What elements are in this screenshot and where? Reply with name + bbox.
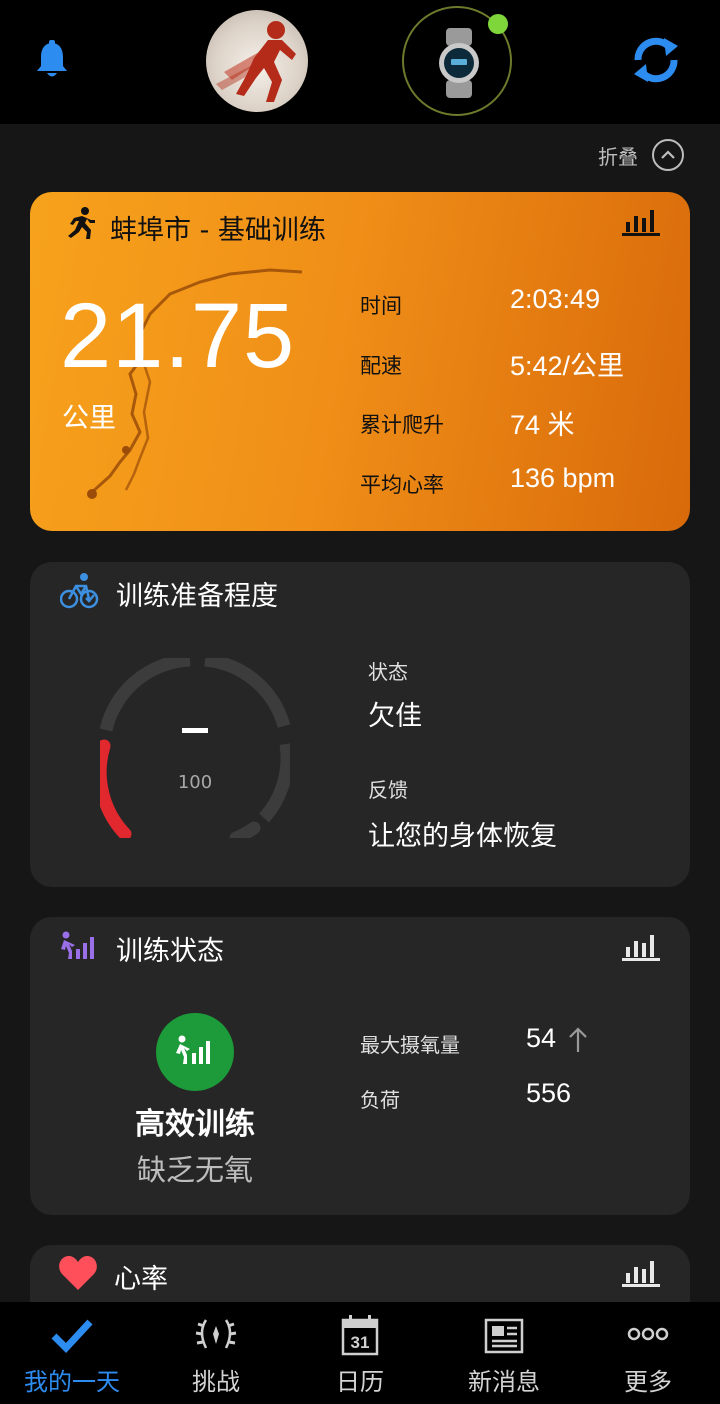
calendar-icon: 31 bbox=[341, 1315, 379, 1356]
distance-unit: 公里 bbox=[62, 403, 116, 434]
readiness-feedback-value: 让您的身体恢复 bbox=[368, 821, 557, 852]
nav-label-calendar: 日历 bbox=[336, 1368, 384, 1396]
heart-rate-title: 心率 bbox=[114, 1264, 168, 1295]
last-activity-card[interactable]: 蚌埠市 - 基础训练 21.75 公里 时间 2:03:49 配速 5:42/公… bbox=[30, 192, 690, 531]
nav-challenges[interactable]: 挑战 bbox=[144, 1302, 288, 1404]
more-icon bbox=[627, 1327, 669, 1341]
readiness-feedback-label: 反馈 bbox=[368, 778, 408, 802]
productive-badge bbox=[156, 1013, 234, 1091]
stat-label-avg-hr: 平均心率 bbox=[360, 473, 444, 497]
sync-icon[interactable] bbox=[628, 34, 684, 86]
vo2max-value: 54 bbox=[526, 1023, 557, 1053]
load-value: 556 bbox=[526, 1078, 572, 1108]
training-status-title: 训练状态 bbox=[116, 936, 224, 967]
nav-label-news: 新消息 bbox=[468, 1368, 540, 1396]
heart-icon bbox=[59, 1256, 97, 1290]
nav-my-day[interactable]: 我的一天 bbox=[0, 1302, 144, 1404]
arrow-up-icon bbox=[569, 1027, 587, 1052]
readiness-gauge bbox=[100, 658, 290, 838]
stat-label-ascent: 累计爬升 bbox=[360, 413, 444, 437]
cycling-readiness-icon bbox=[60, 573, 99, 609]
load-label: 负荷 bbox=[360, 1088, 400, 1112]
training-status-icon bbox=[61, 931, 94, 959]
nav-calendar[interactable]: 31 日历 bbox=[288, 1302, 432, 1404]
news-icon bbox=[484, 1318, 524, 1354]
distance-value: 21.75 bbox=[60, 285, 296, 387]
bottom-nav: 我的一天 挑战 31 日历 新消息 更多 bbox=[0, 1302, 720, 1404]
bar-chart-icon[interactable] bbox=[622, 931, 660, 961]
nav-label-more: 更多 bbox=[624, 1368, 672, 1396]
check-icon bbox=[51, 1319, 93, 1354]
training-status-value: 高效训练 bbox=[135, 1107, 255, 1142]
calendar-day: 31 bbox=[351, 1333, 370, 1352]
stat-value-time: 2:03:49 bbox=[510, 284, 601, 314]
training-status-card[interactable]: 训练状态 高效训练 缺乏无氧 最大摄氧量 54 负荷 556 bbox=[30, 917, 690, 1215]
bar-chart-icon[interactable] bbox=[622, 1257, 660, 1287]
stat-value-ascent: 74 米 bbox=[510, 410, 575, 440]
running-icon bbox=[68, 207, 95, 239]
runner-avatar-image bbox=[216, 21, 296, 102]
top-bar bbox=[0, 0, 720, 124]
nav-news[interactable]: 新消息 bbox=[432, 1302, 576, 1404]
device-connected-indicator bbox=[488, 14, 508, 34]
training-status-badge-icon bbox=[176, 1035, 210, 1064]
training-readiness-card[interactable]: 训练准备程度 100 状态 欠佳 反馈 让您的身体恢复 bbox=[30, 562, 690, 887]
stat-value-avg-hr: 136 bpm bbox=[510, 463, 616, 493]
vo2max-label: 最大摄氧量 bbox=[360, 1033, 460, 1057]
nav-label-my-day: 我的一天 bbox=[24, 1368, 120, 1396]
stat-value-pace: 5:42/公里 bbox=[510, 351, 625, 381]
readiness-status-value: 欠佳 bbox=[368, 701, 422, 732]
readiness-status-label: 状态 bbox=[368, 660, 408, 684]
profile-avatar[interactable] bbox=[206, 10, 308, 112]
collapse-control[interactable]: 折叠 bbox=[598, 138, 684, 172]
collapse-label: 折叠 bbox=[598, 144, 638, 169]
bar-chart-icon[interactable] bbox=[622, 206, 660, 236]
stat-label-time: 时间 bbox=[360, 294, 402, 318]
readiness-title: 训练准备程度 bbox=[116, 581, 278, 612]
stat-label-pace: 配速 bbox=[360, 354, 402, 378]
laurel-icon bbox=[195, 1319, 237, 1349]
readiness-scale-max: 100 bbox=[177, 772, 213, 793]
readiness-score-empty bbox=[182, 728, 208, 733]
activity-title: 蚌埠市 - 基础训练 bbox=[110, 215, 326, 246]
bell-icon[interactable] bbox=[34, 40, 70, 80]
nav-label-challenges: 挑战 bbox=[192, 1368, 240, 1396]
chevron-up-icon[interactable] bbox=[652, 139, 684, 171]
training-status-feedback: 缺乏无氧 bbox=[136, 1153, 253, 1187]
nav-more[interactable]: 更多 bbox=[576, 1302, 720, 1404]
